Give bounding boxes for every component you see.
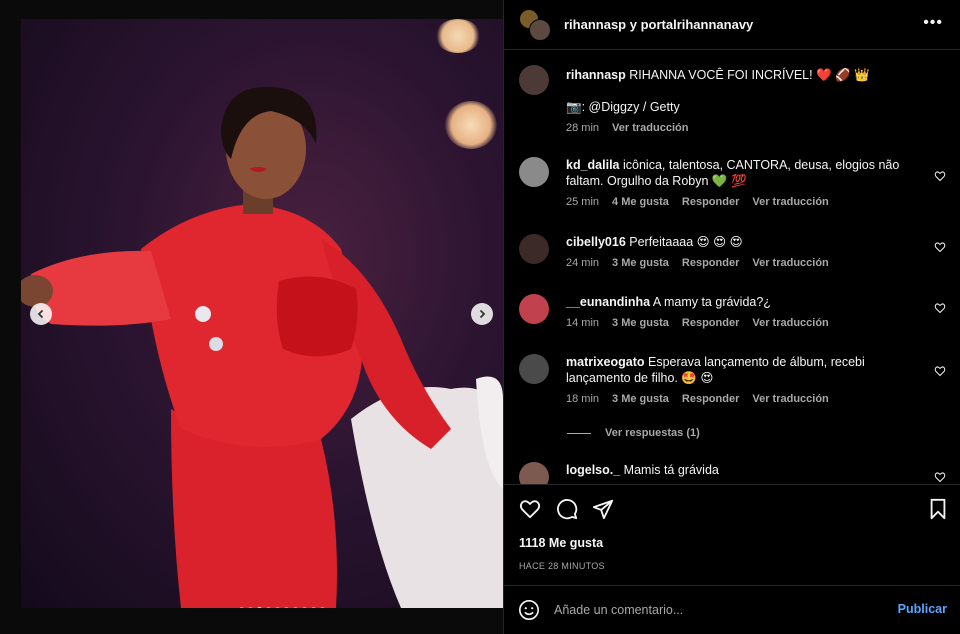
replies-divider bbox=[567, 432, 591, 434]
comment-username[interactable]: logelso._ bbox=[566, 463, 620, 477]
comment-body: kd_dalila icônica, talentosa, CANTORA, d… bbox=[566, 157, 911, 210]
comment-text: Perfeitaaaa 😍 😍 😍 bbox=[629, 235, 743, 249]
caption-body: rihannasp RIHANNA VOCÊ FOI INCRÍVEL! ❤️ … bbox=[566, 67, 911, 136]
comment-meta: 18 min 3 Me gusta Responder Ver traducci… bbox=[566, 391, 911, 407]
chevron-left-icon bbox=[37, 309, 44, 319]
comments-list: rihannasp RIHANNA VOCÊ FOI INCRÍVEL! ❤️ … bbox=[504, 51, 960, 484]
view-replies-label: Ver respuestas (1) bbox=[605, 427, 700, 439]
carousel-dot bbox=[275, 607, 280, 608]
comment-input[interactable] bbox=[554, 603, 874, 617]
collab-avatars[interactable] bbox=[519, 8, 551, 41]
comment-body: __eunandinha A mamy ta grávida?¿ 14 min … bbox=[566, 294, 911, 331]
reply-button[interactable]: Responder bbox=[682, 315, 739, 331]
view-replies-button[interactable]: Ver respuestas (1) bbox=[567, 427, 700, 439]
carousel-dot bbox=[311, 607, 316, 608]
post-header: rihannasp y portalrihannanavy ••• bbox=[504, 0, 960, 50]
carousel-dot bbox=[320, 607, 325, 608]
avatar[interactable] bbox=[519, 234, 549, 264]
comment-likes[interactable]: 3 Me gusta bbox=[612, 391, 669, 407]
post-authors[interactable]: rihannasp y portalrihannanavy bbox=[564, 17, 753, 32]
caption-username[interactable]: rihannasp bbox=[566, 68, 626, 82]
post-sidebar: rihannasp y portalrihannanavy ••• rihann… bbox=[503, 0, 960, 634]
reply-button[interactable]: Responder bbox=[682, 391, 739, 407]
comment-meta: 14 min 3 Me gusta Responder Ver traducci… bbox=[566, 315, 911, 331]
comment-likes[interactable]: 4 Me gusta bbox=[612, 194, 669, 210]
reply-button[interactable]: Responder bbox=[682, 255, 739, 271]
translate-button[interactable]: Ver traducción bbox=[752, 315, 828, 331]
like-comment-icon[interactable] bbox=[934, 241, 946, 253]
comment-username[interactable]: kd_dalila bbox=[566, 158, 620, 172]
avatar[interactable] bbox=[519, 462, 549, 484]
comment-body: logelso._ Mamis tá grávida bbox=[566, 462, 911, 478]
carousel-dot bbox=[293, 607, 298, 608]
post-media bbox=[0, 0, 503, 634]
carousel-dot bbox=[257, 607, 262, 608]
comment-time: 18 min bbox=[566, 393, 600, 405]
comment-likes[interactable]: 3 Me gusta bbox=[612, 255, 669, 271]
emoji-icon[interactable] bbox=[518, 599, 540, 621]
like-icon[interactable] bbox=[519, 498, 541, 520]
caption-meta: 28 min Ver traducción bbox=[566, 120, 911, 136]
translate-button[interactable]: Ver traducción bbox=[752, 255, 828, 271]
carousel-dot bbox=[284, 607, 289, 608]
avatar[interactable] bbox=[519, 157, 549, 187]
avatar[interactable] bbox=[519, 65, 549, 95]
carousel-dot bbox=[302, 607, 307, 608]
comment-body: cibelly016 Perfeitaaaa 😍 😍 😍 24 min 3 Me… bbox=[566, 234, 911, 271]
translate-button[interactable]: Ver traducción bbox=[752, 391, 828, 407]
like-count[interactable]: 1118 Me gusta bbox=[519, 536, 603, 550]
publish-button[interactable]: Publicar bbox=[898, 602, 947, 616]
comment-text: A mamy ta grávida?¿ bbox=[652, 295, 771, 309]
like-comment-icon[interactable] bbox=[934, 365, 946, 377]
comment-time: 24 min bbox=[566, 257, 600, 269]
comment-meta: 25 min 4 Me gusta Responder Ver traducci… bbox=[566, 194, 911, 210]
post-timestamp: HACE 28 MINUTOS bbox=[519, 561, 605, 571]
caption-time: 28 min bbox=[566, 122, 600, 134]
translate-button[interactable]: Ver traducción bbox=[612, 120, 688, 136]
comment-icon[interactable] bbox=[556, 498, 578, 520]
comment-likes[interactable]: 3 Me gusta bbox=[612, 315, 669, 331]
chevron-right-icon bbox=[479, 309, 486, 319]
comment-username[interactable]: cibelly016 bbox=[566, 235, 626, 249]
more-options-icon[interactable]: ••• bbox=[923, 14, 943, 32]
comment-text: Mamis tá grávida bbox=[623, 463, 719, 477]
comment-meta: 24 min 3 Me gusta Responder Ver traducci… bbox=[566, 255, 911, 271]
caption-text: RIHANNA VOCÊ FOI INCRÍVEL! ❤️ 🏈 👑 bbox=[629, 68, 870, 82]
avatar[interactable] bbox=[519, 354, 549, 384]
reply-button[interactable]: Responder bbox=[682, 194, 739, 210]
comment-time: 14 min bbox=[566, 317, 600, 329]
save-bookmark-icon[interactable] bbox=[928, 498, 948, 520]
carousel-dot bbox=[239, 607, 244, 608]
carousel-dot bbox=[248, 607, 253, 608]
post-actions: 1118 Me gusta HACE 28 MINUTOS bbox=[504, 484, 960, 584]
previous-button[interactable] bbox=[30, 303, 52, 325]
performer-illustration bbox=[21, 86, 503, 608]
post-photo bbox=[21, 19, 503, 608]
avatar bbox=[529, 18, 551, 41]
add-comment-bar: Publicar bbox=[504, 585, 960, 634]
next-button[interactable] bbox=[471, 303, 493, 325]
comment-username[interactable]: __eunandinha bbox=[566, 295, 650, 309]
comment-username[interactable]: matrixeogato bbox=[566, 355, 645, 369]
comment-time: 25 min bbox=[566, 196, 600, 208]
caption-credit: 📷: @Diggzy / Getty bbox=[566, 100, 680, 114]
share-icon[interactable] bbox=[592, 498, 614, 520]
carousel-indicator bbox=[239, 607, 325, 608]
translate-button[interactable]: Ver traducción bbox=[752, 194, 828, 210]
carousel-dot bbox=[266, 607, 271, 608]
like-comment-icon[interactable] bbox=[934, 170, 946, 182]
like-comment-icon[interactable] bbox=[934, 302, 946, 314]
comment-body: matrixeogato Esperava lançamento de álbu… bbox=[566, 354, 911, 407]
avatar[interactable] bbox=[519, 294, 549, 324]
like-comment-icon[interactable] bbox=[934, 471, 946, 483]
